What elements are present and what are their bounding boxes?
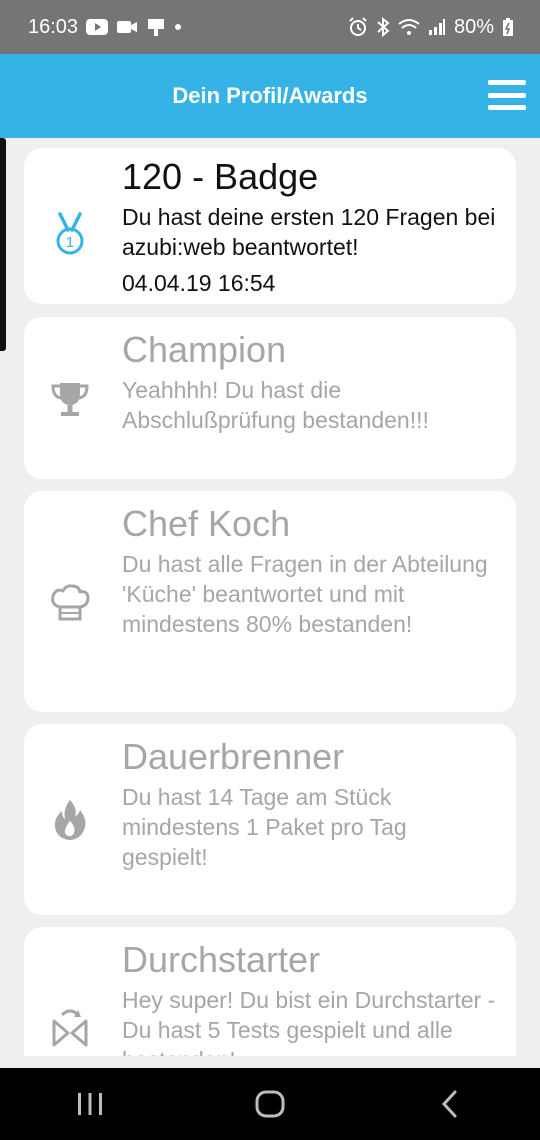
recent-apps-icon[interactable] [60,1074,120,1134]
bluetooth-icon [376,17,390,37]
status-left: 16:03 [28,16,182,39]
award-description: Hey super! Du bist ein Durchstarter - Du… [122,987,496,1056]
status-bar: 16:03 80% [0,0,540,54]
awards-list[interactable]: 1 120 - Badge Du hast deine ersten 120 F… [0,138,540,1056]
youtube-icon [86,19,109,35]
award-card-dauerbrenner[interactable]: Dauerbrenner Du hast 14 Tage am Stück mi… [24,724,516,915]
award-card-chef-koch[interactable]: Chef Koch Du hast alle Fragen in der Abt… [24,491,516,712]
battery-charging-icon [502,17,514,37]
award-description: Du hast alle Fragen in der Abteilung 'Kü… [122,551,488,637]
award-card-120-badge[interactable]: 1 120 - Badge Du hast deine ersten 120 F… [24,148,516,304]
award-description: Yeahhhh! Du hast die Abschlußprüfung bes… [122,377,429,433]
video-call-icon [116,19,138,35]
award-title: Champion [122,329,287,370]
dot-icon [174,23,182,31]
battery-percentage: 80% [453,15,494,38]
page-title: Dein Profil/Awards [172,83,368,108]
rocket-start-icon [46,1003,94,1051]
app-bar: Dein Profil/Awards [0,54,540,138]
status-time: 16:03 [28,15,79,38]
award-title: Dauerbrenner [122,736,345,777]
svg-text:1: 1 [66,234,74,251]
flame-icon [46,796,94,844]
award-title: 120 - Badge [122,156,319,197]
award-card-champion[interactable]: Champion Yeahhhh! Du hast die Abschlußpr… [24,317,516,479]
medal-icon: 1 [46,210,94,258]
chef-hat-icon [46,579,94,627]
award-description: Du hast 14 Tage am Stück mindestens 1 Pa… [122,784,407,870]
signal-icon [428,18,446,36]
award-title: Chef Koch [122,503,291,544]
phone-screen-icon [146,17,166,37]
wifi-icon [398,18,420,36]
award-date: 04.04.19 16:54 [122,270,276,296]
award-description: Du hast deine ersten 120 Fragen bei azub… [122,204,496,260]
back-icon[interactable] [420,1074,480,1134]
award-title: Durchstarter [122,939,321,980]
system-nav-bar [0,1068,540,1140]
award-card-durchstarter[interactable]: Durchstarter Hey super! Du bist ein Durc… [24,927,516,1056]
home-icon[interactable] [240,1074,300,1134]
scroll-indicator[interactable] [0,138,6,351]
trophy-icon [46,375,94,423]
alarm-icon [348,17,368,37]
hamburger-menu-icon[interactable] [488,80,526,110]
status-right: 80% [348,16,514,39]
